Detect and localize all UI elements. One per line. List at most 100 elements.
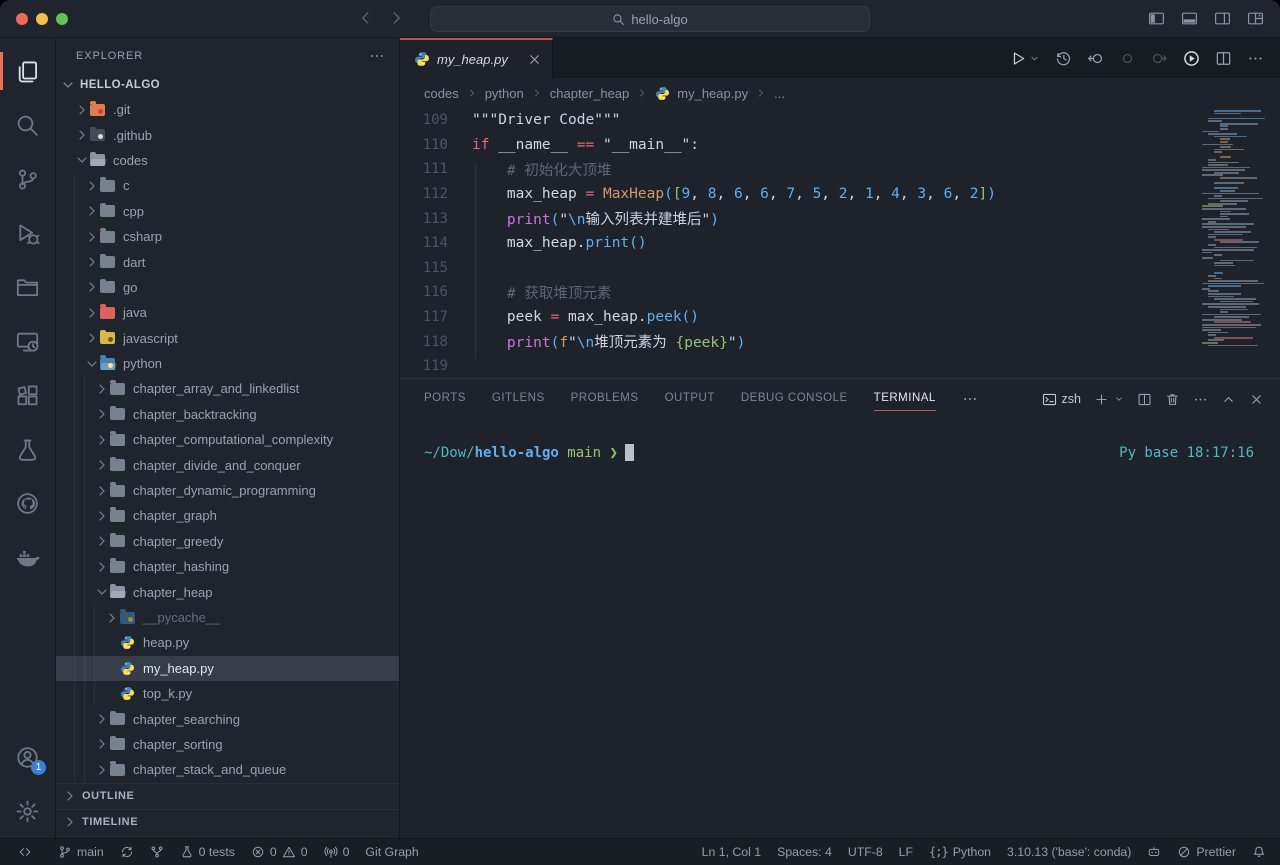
code-line[interactable]: 112 max_heap = MaxHeap([9, 8, 6, 6, 7, 5… (400, 182, 1280, 207)
close-tab-icon[interactable] (527, 52, 542, 67)
run-python-file-button[interactable] (1010, 50, 1040, 67)
nav-forward-icon[interactable] (388, 9, 406, 27)
nav-forward-icon[interactable] (1151, 50, 1168, 67)
tab-my-heap-py[interactable]: my_heap.py (400, 38, 553, 78)
status-git-graph[interactable]: Git Graph (357, 839, 426, 865)
terminal-profile-dropdown-icon[interactable] (1114, 394, 1124, 404)
tree-item-chapter-dynamic-programming[interactable]: chapter_dynamic_programming (56, 478, 399, 503)
status-prettier[interactable]: Prettier (1169, 839, 1244, 865)
code-line[interactable]: 110if __name__ == "__main__": (400, 133, 1280, 158)
panel-tab-terminal[interactable]: TERMINAL (874, 388, 936, 411)
panel-more-tabs-icon[interactable] (962, 391, 978, 407)
code-line[interactable]: 113 print("\n输入列表并建堆后") (400, 206, 1280, 231)
terminal-more-actions-icon[interactable] (1193, 392, 1208, 407)
tree-item-chapter-computational-complexity[interactable]: chapter_computational_complexity (56, 427, 399, 452)
tree-item-python[interactable]: python (56, 351, 399, 376)
panel-tab-debug-console[interactable]: DEBUG CONSOLE (741, 388, 848, 410)
tree-item-chapter-stack-and-queue[interactable]: chapter_stack_and_queue (56, 757, 399, 782)
tree-item-javascript[interactable]: javascript (56, 326, 399, 351)
activity-explorer[interactable] (0, 44, 55, 98)
tree-item--git[interactable]: .git (56, 97, 399, 122)
nav-back-icon[interactable] (356, 9, 374, 27)
tree-item-chapter-graph[interactable]: chapter_graph (56, 503, 399, 528)
activity-run-debug[interactable] (0, 206, 55, 260)
tree-item-c[interactable]: c (56, 173, 399, 198)
breadcrumb-item[interactable]: python (485, 86, 524, 101)
panel-tab-problems[interactable]: PROBLEMS (571, 388, 639, 410)
outline-section[interactable]: OUTLINE (56, 783, 399, 809)
customize-layout-icon[interactable] (1247, 10, 1264, 27)
split-editor-icon[interactable] (1215, 50, 1232, 67)
toggle-primary-sidebar-icon[interactable] (1148, 10, 1165, 27)
tree-item--github[interactable]: .github (56, 122, 399, 147)
tree-item-cpp[interactable]: cpp (56, 199, 399, 224)
status-ports[interactable]: 0 (316, 839, 358, 865)
tree-item-dart[interactable]: dart (56, 249, 399, 274)
activity-search[interactable] (0, 98, 55, 152)
activity-github[interactable] (0, 476, 55, 530)
tree-item-chapter-sorting[interactable]: chapter_sorting (56, 732, 399, 757)
new-terminal-icon[interactable] (1094, 392, 1109, 407)
breadcrumb-item[interactable]: chapter_heap (550, 86, 630, 101)
terminal-shell-selector[interactable]: zsh (1042, 392, 1081, 407)
timeline-section[interactable]: TIMELINE (56, 809, 399, 835)
status-cursor-position[interactable]: Ln 1, Col 1 (694, 839, 769, 865)
code-line[interactable]: 116 # 获取堆顶元素 (400, 280, 1280, 305)
code-line[interactable]: 115 (400, 256, 1280, 281)
minimap[interactable] (1202, 110, 1276, 347)
tree-item-chapter-greedy[interactable]: chapter_greedy (56, 529, 399, 554)
panel-tab-output[interactable]: OUTPUT (665, 388, 715, 410)
panel-tab-gitlens[interactable]: GITLENS (492, 388, 545, 410)
tree-item-heap-py[interactable]: heap.py (56, 630, 399, 655)
tree-root-hello-algo[interactable]: HELLO-ALGO (56, 73, 399, 97)
breadcrumb-item[interactable]: codes (424, 86, 459, 101)
tree-item-chapter-heap[interactable]: chapter_heap (56, 579, 399, 604)
status-git-branch[interactable]: main (50, 839, 112, 865)
code-line[interactable]: 119 (400, 354, 1280, 378)
tree-item-my-heap-py[interactable]: my_heap.py (56, 656, 399, 681)
activity-testing[interactable] (0, 422, 55, 476)
maximize-panel-icon[interactable] (1221, 392, 1236, 407)
activity-source-control[interactable] (0, 152, 55, 206)
tree-item-go[interactable]: go (56, 275, 399, 300)
tree-item-chapter-array-and-linkedlist[interactable]: chapter_array_and_linkedlist (56, 376, 399, 401)
status-indentation[interactable]: Spaces: 4 (769, 839, 840, 865)
tree-item-top-k-py[interactable]: top_k.py (56, 681, 399, 706)
status-sync-changes[interactable] (112, 839, 142, 865)
status-copilot[interactable] (1139, 839, 1169, 865)
activity-accounts[interactable]: 1 (0, 730, 55, 784)
tree-item--pycache-[interactable]: __pycache__ (56, 605, 399, 630)
history-icon[interactable] (1055, 50, 1072, 67)
tree-item-java[interactable]: java (56, 300, 399, 325)
code-line[interactable]: 117 peek = max_heap.peek() (400, 305, 1280, 330)
status-remote-indicator[interactable] (0, 839, 50, 865)
status-problems[interactable]: 00 (243, 839, 316, 865)
maximize-window-button[interactable] (56, 13, 68, 25)
code-line[interactable]: 114 max_heap.print() (400, 231, 1280, 256)
terminal[interactable]: ~/Dow/hello-algo main ❯ Py base 18:17:16 (400, 419, 1280, 838)
activity-remote-explorer[interactable] (0, 314, 55, 368)
status-notifications[interactable] (1244, 839, 1274, 865)
minimize-window-button[interactable] (36, 13, 48, 25)
close-panel-icon[interactable] (1249, 392, 1264, 407)
code-line[interactable]: 118 print(f"\n堆顶元素为 {peek}") (400, 329, 1280, 354)
activity-settings[interactable] (0, 784, 55, 838)
code-line[interactable]: 109"""Driver Code""" (400, 108, 1280, 133)
split-terminal-icon[interactable] (1137, 392, 1152, 407)
command-center-search[interactable]: hello-algo (430, 6, 870, 32)
toggle-panel-icon[interactable] (1181, 10, 1198, 27)
status-eol[interactable]: LF (891, 839, 921, 865)
activity-extensions[interactable] (0, 368, 55, 422)
tree-item-csharp[interactable]: csharp (56, 224, 399, 249)
status-python-interpreter[interactable]: 3.10.13 ('base': conda) (999, 839, 1139, 865)
toggle-secondary-sidebar-icon[interactable] (1214, 10, 1231, 27)
tree-item-chapter-hashing[interactable]: chapter_hashing (56, 554, 399, 579)
code-line[interactable]: 111 # 初始化大顶堆 (400, 157, 1280, 182)
close-window-button[interactable] (16, 13, 28, 25)
status-encoding[interactable]: UTF-8 (840, 839, 891, 865)
tree-item-chapter-searching[interactable]: chapter_searching (56, 706, 399, 731)
run-circle-icon[interactable] (1183, 50, 1200, 67)
activity-docker[interactable] (0, 530, 55, 584)
panel-tab-ports[interactable]: PORTS (424, 388, 466, 410)
status-source-control-graph[interactable] (142, 839, 172, 865)
